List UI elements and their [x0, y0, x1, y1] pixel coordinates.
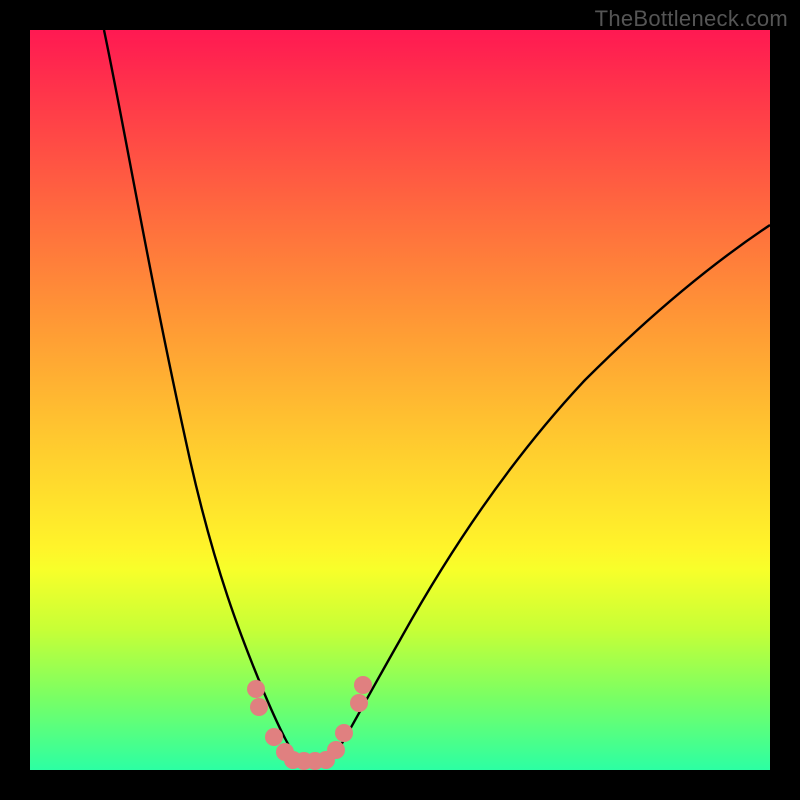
marker-dot: [350, 694, 368, 712]
right-curve: [326, 225, 770, 768]
plot-area: [30, 30, 770, 770]
marker-dot: [335, 724, 353, 742]
watermark-text: TheBottleneck.com: [595, 6, 788, 32]
marker-dot: [265, 728, 283, 746]
marker-dot: [250, 698, 268, 716]
marker-dot: [354, 676, 372, 694]
curve-layer: [30, 30, 770, 770]
marker-dot: [247, 680, 265, 698]
chart-figure: TheBottleneck.com: [0, 0, 800, 800]
marker-dot: [327, 741, 345, 759]
left-curve: [104, 30, 305, 768]
